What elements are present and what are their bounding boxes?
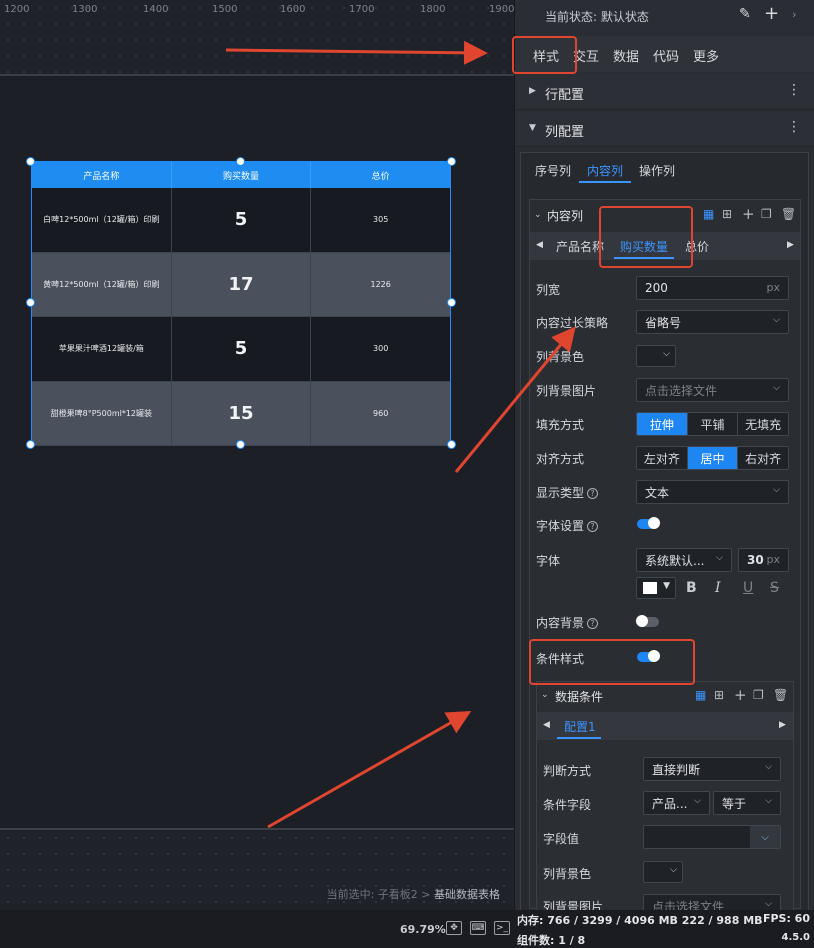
annotation-arrow	[225, 40, 488, 65]
annotation-arrow	[454, 326, 576, 473]
annotation-arrows	[225, 40, 576, 829]
annotation-arrow	[267, 711, 472, 829]
